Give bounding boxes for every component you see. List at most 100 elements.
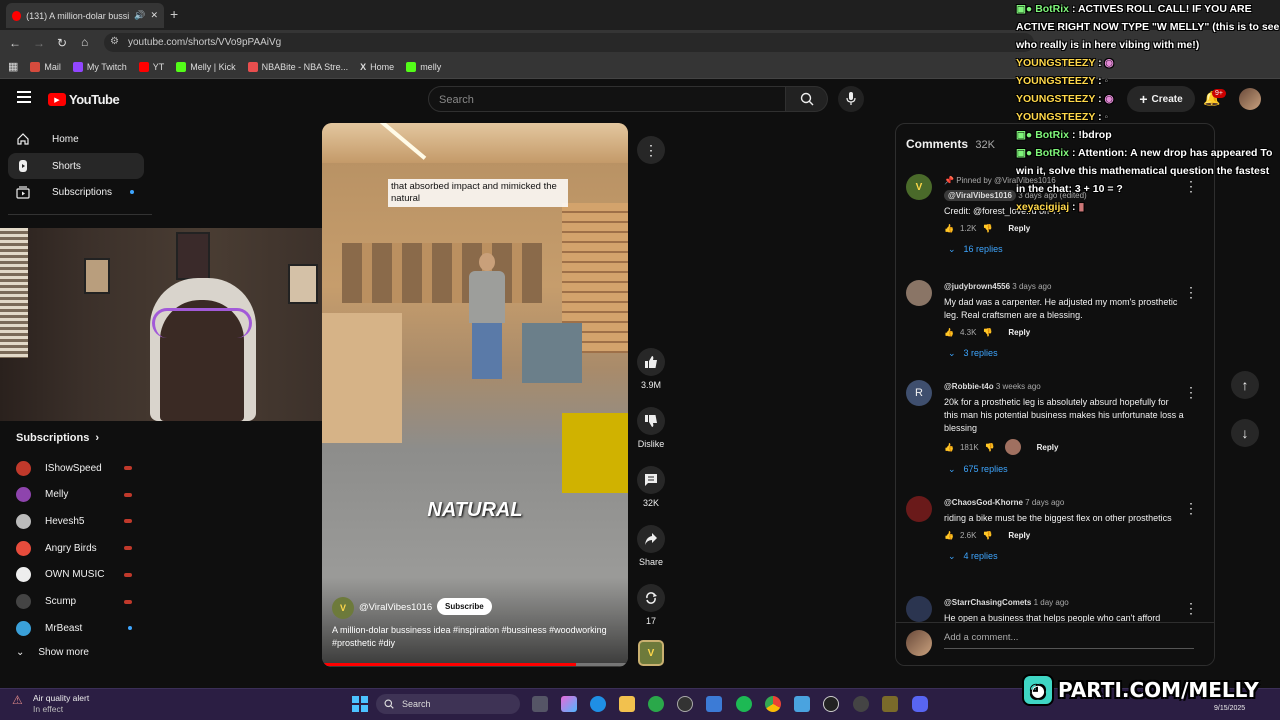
air-quality-icon[interactable]: ⚠ xyxy=(12,693,23,707)
discord-icon[interactable] xyxy=(912,696,928,712)
comment-like-icon[interactable]: 👍 xyxy=(944,222,954,235)
sidebar-subscription-item[interactable]: IShowSpeed xyxy=(16,458,136,478)
start-icon[interactable] xyxy=(352,696,368,712)
show-more-button[interactable]: ⌄ Show more xyxy=(16,642,136,662)
copilot-icon[interactable] xyxy=(561,696,577,712)
comment-avatar[interactable]: V xyxy=(906,174,932,200)
search-button[interactable] xyxy=(786,86,828,112)
replies-toggle[interactable]: ⌄ 16 replies xyxy=(948,243,1184,256)
store-icon[interactable] xyxy=(706,696,722,712)
browser-tab[interactable]: (131) A million-dolar bussi 🔊 ✕ xyxy=(6,3,164,28)
site-info-icon[interactable]: ⚙ xyxy=(110,36,119,47)
task-view-icon[interactable] xyxy=(532,696,548,712)
dislike-action[interactable]: Dislike xyxy=(637,407,665,449)
comment-avatar[interactable]: R xyxy=(906,380,932,406)
video-more-icon[interactable]: ⋮ xyxy=(637,136,665,164)
comment-avatar[interactable] xyxy=(906,280,932,306)
xbox-icon[interactable] xyxy=(648,696,664,712)
sidebar-item-home[interactable]: Home xyxy=(8,126,144,152)
sidebar-item-shorts[interactable]: Shorts xyxy=(8,153,144,179)
reply-button[interactable]: Reply xyxy=(1037,441,1059,454)
url-field[interactable]: youtube.com/shorts/VVo9pPAAiVg xyxy=(104,33,1034,52)
tab-audio-icon[interactable]: 🔊 xyxy=(134,10,145,21)
voice-search-button[interactable] xyxy=(838,86,864,112)
sidebar-subscription-item[interactable]: MrBeast xyxy=(16,618,136,638)
comment-author[interactable]: @StarrChasingComets xyxy=(944,598,1031,607)
comment-more-icon[interactable]: ⋮ xyxy=(1184,284,1198,301)
comment-like-icon[interactable]: 👍 xyxy=(944,529,954,542)
sidebar-subscription-item[interactable]: Melly xyxy=(16,485,136,505)
comment-like-icon[interactable]: 👍 xyxy=(944,326,954,339)
sidebar-subscription-item[interactable]: Angry Birds xyxy=(16,538,136,558)
forward-icon[interactable]: → xyxy=(33,36,45,50)
media-player-icon[interactable] xyxy=(823,696,839,712)
channel-name[interactable]: @ViralVibes1016 xyxy=(359,602,432,613)
comment-dislike-icon[interactable]: 👎 xyxy=(982,529,992,542)
replies-toggle[interactable]: ⌄ 4 replies xyxy=(948,550,1184,563)
menu-icon[interactable] xyxy=(17,91,31,103)
taskbar-search[interactable]: Search xyxy=(376,694,520,714)
subscriptions-header[interactable]: Subscriptions › xyxy=(16,432,99,444)
comment-author[interactable]: @judybrown4556 xyxy=(944,282,1010,291)
bookmark-yt[interactable]: YT xyxy=(138,61,164,72)
home-browser-icon[interactable]: ⌂ xyxy=(81,35,88,49)
replies-toggle[interactable]: ⌄ 3 replies xyxy=(948,347,1184,360)
comment-dislike-icon[interactable]: 👎 xyxy=(985,441,995,454)
progress-track[interactable] xyxy=(322,663,628,666)
bookmark-melly[interactable]: melly xyxy=(406,61,441,72)
comment-dislike-icon[interactable]: 👎 xyxy=(982,326,992,339)
edge-icon[interactable] xyxy=(590,696,606,712)
bookmark-twitch[interactable]: My Twitch xyxy=(72,61,127,72)
comment-author[interactable]: @ViralVibes1016 xyxy=(944,190,1016,201)
replies-count: 4 replies xyxy=(963,551,998,561)
previous-short-button[interactable]: ↑ xyxy=(1231,371,1259,399)
new-tab-icon[interactable]: + xyxy=(170,6,178,22)
youtube-logo[interactable]: ▶ YouTube xyxy=(48,92,120,107)
file-explorer-icon[interactable] xyxy=(619,696,635,712)
reply-button[interactable]: Reply xyxy=(1008,529,1030,542)
remix-action[interactable]: 17 xyxy=(637,584,665,626)
channel-avatar[interactable]: V xyxy=(332,597,354,619)
reload-icon[interactable]: ↻ xyxy=(57,36,67,50)
comment-author[interactable]: @Robbie-t4o xyxy=(944,382,994,391)
back-icon[interactable]: ← xyxy=(9,36,21,50)
weather-widget[interactable]: Air quality alert In effect xyxy=(33,693,89,715)
comment-meta: @StarrChasingComets 1 day ago xyxy=(944,596,1184,609)
sidebar-subscription-item[interactable]: OWN MUSIC xyxy=(16,565,136,585)
comment-dislike-icon[interactable]: 👎 xyxy=(982,222,992,235)
reply-button[interactable]: Reply xyxy=(1008,222,1030,235)
bookmark-nbabite[interactable]: NBABite - NBA Stre... xyxy=(247,61,348,72)
comment-more-icon[interactable]: ⋮ xyxy=(1184,500,1198,517)
bookmark-mail[interactable]: Mail xyxy=(30,61,61,72)
sidebar-item-subscriptions[interactable]: Subscriptions xyxy=(8,179,144,205)
comment-like-icon[interactable]: 👍 xyxy=(944,441,954,454)
app-icon[interactable] xyxy=(882,696,898,712)
share-action[interactable]: Share xyxy=(637,525,665,567)
bookmark-x-home[interactable]: X Home xyxy=(360,62,394,72)
spotify-icon[interactable] xyxy=(736,696,752,712)
comment-avatar[interactable] xyxy=(906,596,932,622)
add-comment-input[interactable]: Add a comment... xyxy=(944,632,1194,649)
photos-icon[interactable] xyxy=(794,696,810,712)
shorts-video-player[interactable]: that absorbed impact and mimicked the na… xyxy=(322,123,628,667)
apps-grid-icon[interactable]: ▦ xyxy=(8,60,18,73)
like-action[interactable]: 3.9M xyxy=(637,348,665,390)
search-input[interactable]: Search xyxy=(428,86,786,112)
comment-author[interactable]: @ChaosGod-Khorne xyxy=(944,498,1023,507)
next-short-button[interactable]: ↓ xyxy=(1231,419,1259,447)
bookmark-kick[interactable]: Melly | Kick xyxy=(176,61,236,72)
comments-action[interactable]: 32K xyxy=(637,466,665,508)
comment-avatar[interactable] xyxy=(906,496,932,522)
sidebar-subscription-item[interactable]: Hevesh5 xyxy=(16,511,136,531)
sidebar-subscription-item[interactable]: Scump xyxy=(16,592,136,612)
comment-more-icon[interactable]: ⋮ xyxy=(1184,600,1198,617)
tab-close-icon[interactable]: ✕ xyxy=(150,10,158,21)
chrome-icon[interactable] xyxy=(765,696,781,712)
obs-icon[interactable] xyxy=(853,696,869,712)
steam-icon[interactable] xyxy=(677,696,693,712)
reply-button[interactable]: Reply xyxy=(1008,326,1030,339)
comment-more-icon[interactable]: ⋮ xyxy=(1184,384,1198,401)
subscribe-button[interactable]: Subscribe xyxy=(437,598,492,615)
replies-toggle[interactable]: ⌄ 675 replies xyxy=(948,463,1184,476)
sound-thumbnail[interactable]: V xyxy=(638,640,664,666)
